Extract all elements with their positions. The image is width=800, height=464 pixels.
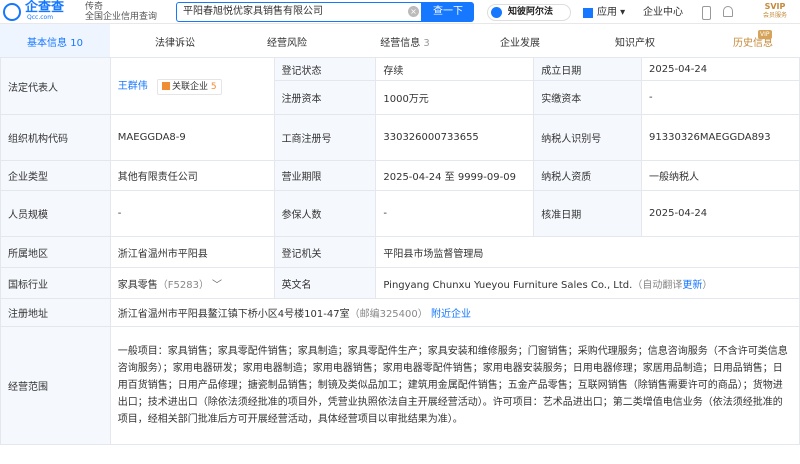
slogan-line2: 全国企业信用查询 [85,12,158,22]
tax-id-value: 91330326MAEGGDA893 [641,114,800,161]
svip-sub: 会员服务 [762,12,787,19]
reg-no-label: 工商注册号 [273,114,377,161]
paid-value: - [641,80,800,115]
law-button[interactable]: 知彼阿尔法 [487,4,571,21]
law-button-label: 知彼阿尔法 [508,7,554,17]
term-label: 营业期限 [273,160,377,191]
region-label: 所属地区 [0,236,111,268]
tab-label: 企业发展 [500,38,540,49]
tab-label: 知识产权 [615,38,655,49]
relation-icon [161,82,170,90]
approve-value: 2025-04-24 [641,190,800,237]
industry-value: 家具零售 [117,279,158,291]
auto-translate-note: （自动翻译更新） [632,279,713,291]
industry-label: 国标行业 [0,267,111,299]
org-code-label: 组织机构代码 [0,114,111,161]
tab-label: 历史信息 [733,38,773,49]
capital-value: 1000万元 [375,80,535,115]
postcode: （邮编325400） [349,309,428,320]
insured-value: - [375,190,535,237]
logo-text[interactable]: 企查查 [25,1,64,15]
en-name-label: 英文名 [273,267,377,299]
bell-icon[interactable] [723,6,733,17]
en-name-cell: Pingyang Chunxu Yueyou Furniture Sales C… [375,267,800,299]
paid-label: 实缴资本 [533,80,643,115]
est-date-label: 成立日期 [533,57,643,81]
address-cell: 浙江省温州市平阳县鳌江镇下桥小区4号楼101-47室（邮编325400） 附近企… [109,298,800,327]
slogan-line1: 传奇 [85,2,104,12]
tab-count: 3 [423,38,430,49]
legal-rep-cell: 王群伟 关联企业 5 [109,57,275,115]
basic-info-table: 法定代表人 王群伟 关联企业 5 登记状态 存续 成立日期 2025-04-24… [0,57,800,445]
legal-rep-label: 法定代表人 [0,57,111,115]
approve-label: 核准日期 [533,190,643,237]
law-icon [491,7,502,18]
nearby-companies-link[interactable]: 附近企业 [431,309,471,320]
industry-cell[interactable]: 家具零售（F5283） ﹀ [109,267,275,299]
type-label: 企业类型 [0,160,111,191]
industry-code: （F5283） [157,279,209,291]
tax-id-label: 纳税人识别号 [533,114,643,161]
search-button[interactable]: 查一下 [422,2,474,22]
logo-subtext: Qcc.com [27,14,54,21]
est-date-value: 2025-04-24 [641,57,800,81]
status-label: 登记状态 [273,57,377,81]
insured-label: 参保人数 [273,190,377,237]
reg-no-value: 330326000733655 [375,114,535,161]
related-count: 5 [210,82,217,92]
chevron-down-icon[interactable]: ﹀ [212,276,222,291]
tab-count: 10 [70,38,83,49]
apps-label: 应用 [597,7,617,18]
legal-rep-name[interactable]: 王群伟 [118,81,148,92]
tab-label: 基本信息 [27,38,68,49]
svip-button[interactable]: SVIP 会员服务 [757,2,793,22]
qcc-logo-icon[interactable] [3,3,21,21]
vip-badge: VIP [758,30,772,39]
tab-label: 经营风险 [267,38,307,49]
scope-label: 经营范围 [0,326,111,445]
org-code-value: MAEGGDA8-9 [109,114,275,161]
apps-grid-icon[interactable] [583,8,593,18]
authority-value: 平阳县市场监督管理局 [375,236,800,268]
clear-icon[interactable]: × [408,6,419,17]
authority-label: 登记机关 [273,236,377,268]
status-value: 存续 [375,57,535,81]
capital-label: 注册资本 [273,80,377,115]
top-bar: 企查查 Qcc.com 传奇 全国企业信用查询 平阳春旭悦优家具销售有限公司 ×… [0,0,800,24]
enterprise-center-link[interactable]: 企业中心 [643,4,683,21]
address-label: 注册地址 [0,298,111,327]
update-link[interactable]: 更新 [682,280,702,291]
address-value: 浙江省温州市平阳县鳌江镇下桥小区4号楼101-47室 [117,309,350,320]
related-label: 关联企业 [171,82,208,92]
apps-menu[interactable]: 应用 ▾ [597,4,625,21]
term-value: 2025-04-24 至 9999-09-09 [375,160,535,191]
en-name-value: Pingyang Chunxu Yueyou Furniture Sales C… [383,279,633,291]
svip-label: SVIP [764,2,786,11]
type-value: 其他有限责任公司 [109,160,275,191]
region-value: 浙江省温州市平阳县 [109,236,275,268]
tax-qual-label: 纳税人资质 [533,160,643,191]
tab-label: 法律诉讼 [155,38,195,49]
scope-value: 一般项目：家具销售；家具零配件销售；家具制造；家具零配件生产；家具安装和维修服务… [109,326,800,445]
tax-qual-value: 一般纳税人 [641,160,800,191]
phone-icon[interactable] [702,6,711,20]
staff-label: 人员规模 [0,190,111,237]
related-company-tag[interactable]: 关联企业 5 [156,79,222,95]
tab-label: 经营信息 [380,38,421,49]
staff-value: - [109,190,275,237]
search-input[interactable]: 平阳春旭悦优家具销售有限公司 [176,2,422,22]
